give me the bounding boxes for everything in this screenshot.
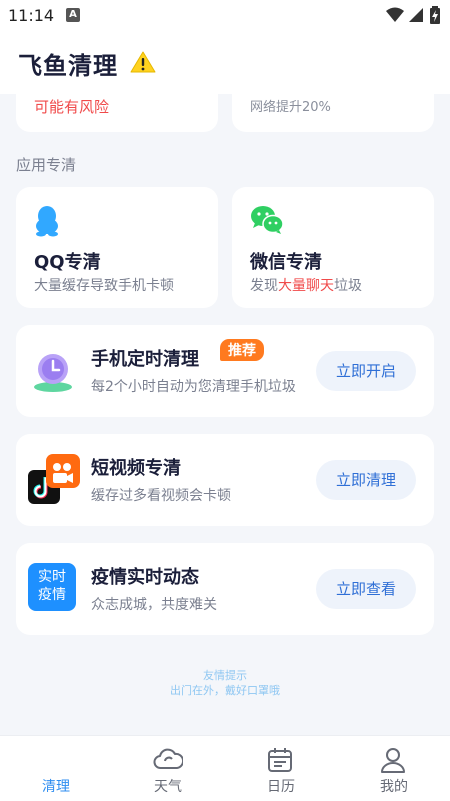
network-card[interactable]: 网络提升20% bbox=[232, 86, 434, 132]
scheduled-clean-card[interactable]: 手机定时清理 推荐 每2个小时自动为您清理手机垃圾 立即开启 bbox=[16, 325, 434, 417]
status-bar: 11:14 A bbox=[0, 0, 450, 32]
alarm-clock-icon bbox=[34, 354, 72, 392]
tab-mine-label: 我的 bbox=[380, 779, 408, 795]
qq-penguin-icon bbox=[36, 206, 58, 237]
qq-card-title: QQ专清 bbox=[34, 252, 101, 273]
wechat-desc-prefix: 发现 bbox=[250, 278, 278, 294]
short-video-title: 短视频专清 bbox=[91, 458, 181, 479]
tab-clean-label: 清理 bbox=[42, 779, 70, 795]
signal-icon bbox=[409, 8, 423, 22]
tab-weather-label: 天气 bbox=[154, 779, 182, 795]
tab-mine[interactable]: 我的 bbox=[338, 736, 450, 801]
short-video-clean-card[interactable]: 短视频专清 缓存过多看视频会卡顿 立即清理 bbox=[16, 434, 434, 526]
scheduled-clean-desc: 每2个小时自动为您清理手机垃圾 bbox=[91, 379, 296, 395]
cloud-icon bbox=[153, 748, 183, 769]
clean-now-button[interactable]: 立即清理 bbox=[316, 460, 416, 500]
warning-icon[interactable] bbox=[130, 50, 156, 74]
tab-clean[interactable]: 清理 bbox=[0, 736, 112, 801]
short-video-desc: 缓存过多看视频会卡顿 bbox=[91, 488, 231, 504]
person-icon bbox=[381, 748, 405, 773]
wechat-card-desc: 发现大量聊天垃圾 bbox=[250, 275, 362, 295]
status-time: 11:14 bbox=[8, 6, 55, 25]
enable-now-button[interactable]: 立即开启 bbox=[316, 351, 416, 391]
epidemic-desc: 众志成城，共度难关 bbox=[91, 597, 217, 613]
tab-calendar[interactable]: 日历 bbox=[225, 736, 337, 801]
calendar-icon bbox=[268, 748, 292, 772]
tip-message: 出门在外，戴好口罩哦 bbox=[170, 684, 280, 697]
notification-a-icon: A bbox=[66, 8, 80, 22]
section-title: 应用专清 bbox=[16, 156, 77, 174]
wechat-desc-suffix: 垃圾 bbox=[334, 278, 362, 294]
tip-title: 友情提示 bbox=[203, 669, 247, 682]
wechat-clean-card[interactable]: 微信专清 发现大量聊天垃圾 bbox=[232, 187, 434, 308]
app-header: 飞鱼清理 bbox=[0, 32, 450, 94]
epidemic-icon-line2: 疫情 bbox=[38, 587, 66, 603]
recommend-badge: 推荐 bbox=[220, 339, 264, 361]
qq-card-desc: 大量缓存导致手机卡顿 bbox=[34, 278, 174, 294]
epidemic-title: 疫情实时动态 bbox=[91, 567, 199, 588]
wechat-icon bbox=[251, 206, 284, 234]
wechat-card-title: 微信专清 bbox=[250, 252, 322, 273]
network-boost-text: 网络提升20% bbox=[250, 100, 331, 115]
wifi-icon bbox=[386, 7, 404, 22]
battery-charging-icon bbox=[430, 6, 440, 24]
view-now-button[interactable]: 立即查看 bbox=[316, 569, 416, 609]
risk-text: 可能有风险 bbox=[34, 98, 110, 116]
tab-weather[interactable]: 天气 bbox=[112, 736, 224, 801]
app-title: 飞鱼清理 bbox=[18, 52, 118, 80]
qq-clean-card[interactable]: QQ专清 大量缓存导致手机卡顿 bbox=[16, 187, 218, 308]
bottom-tab-bar: 清理 天气 日历 我的 bbox=[0, 735, 450, 801]
short-video-icon bbox=[28, 454, 80, 504]
epidemic-news-card[interactable]: 实时 疫情 疫情实时动态 众志成城，共度难关 立即查看 bbox=[16, 543, 434, 635]
scheduled-clean-title: 手机定时清理 bbox=[91, 349, 199, 370]
risk-card[interactable]: 可能有风险 bbox=[16, 86, 218, 132]
epidemic-icon-line1: 实时 bbox=[38, 569, 66, 585]
epidemic-news-icon: 实时 疫情 bbox=[28, 563, 76, 611]
tab-calendar-label: 日历 bbox=[267, 779, 295, 795]
wechat-desc-highlight: 大量聊天 bbox=[278, 278, 334, 294]
